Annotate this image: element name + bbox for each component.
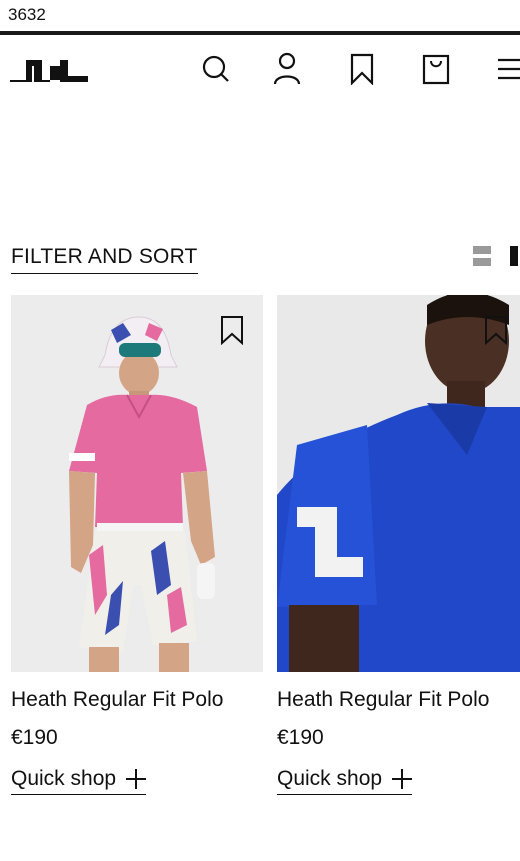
- bookmark-icon[interactable]: [483, 315, 509, 345]
- product-name[interactable]: Heath Regular Fit Polo: [277, 688, 520, 712]
- jl-logo-icon[interactable]: [10, 56, 88, 84]
- two-column-grid-icon[interactable]: [473, 246, 493, 268]
- product-photo: [11, 295, 263, 672]
- header-divider: [0, 31, 520, 35]
- top-navigation: [0, 36, 520, 104]
- quick-shop-button[interactable]: Quick shop: [277, 767, 413, 795]
- bookmark-icon[interactable]: [219, 315, 245, 345]
- product-price: €190: [11, 726, 58, 749]
- product-card[interactable]: Heath Regular Fit Polo €190 Quick shop: [11, 295, 263, 795]
- product-name[interactable]: Heath Regular Fit Polo: [11, 688, 263, 712]
- product-photo: [277, 295, 520, 672]
- status-code: 3632: [8, 5, 46, 24]
- search-icon[interactable]: [199, 52, 233, 86]
- single-column-grid-icon[interactable]: [510, 246, 520, 268]
- product-image[interactable]: [277, 295, 520, 672]
- menu-icon[interactable]: [492, 52, 520, 86]
- bag-icon[interactable]: [419, 52, 453, 86]
- plus-icon: [126, 769, 147, 789]
- product-image[interactable]: [11, 295, 263, 672]
- wishlist-icon[interactable]: [345, 52, 379, 86]
- status-bar: 3632: [0, 0, 520, 30]
- filter-and-sort-button[interactable]: FILTER AND SORT: [11, 245, 198, 274]
- plus-icon: [392, 769, 413, 789]
- product-card[interactable]: Heath Regular Fit Polo €190 Quick shop: [277, 295, 520, 795]
- quick-shop-button[interactable]: Quick shop: [11, 767, 147, 795]
- quick-shop-label: Quick shop: [11, 767, 117, 790]
- quick-shop-label: Quick shop: [277, 767, 383, 790]
- product-price: €190: [277, 726, 324, 749]
- account-icon[interactable]: [270, 52, 304, 86]
